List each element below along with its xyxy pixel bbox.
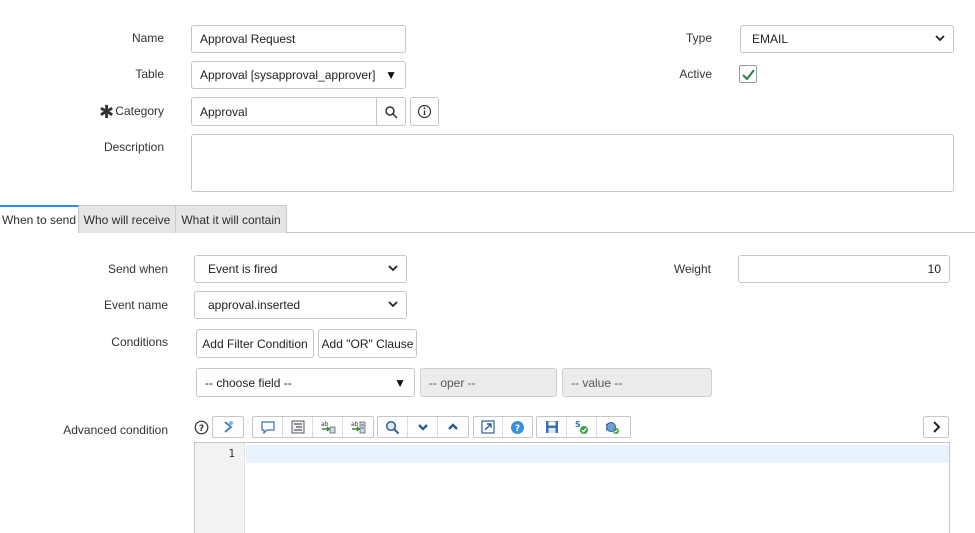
chevron-down-icon xyxy=(388,299,398,311)
toolbar-group-1 xyxy=(212,416,244,438)
category-search-button[interactable] xyxy=(376,97,406,126)
asterisk-icon: ✱ xyxy=(99,102,115,122)
weight-input[interactable]: 10 xyxy=(738,255,950,283)
table-select[interactable]: Approval [sysapproval_approver] ▼ xyxy=(191,61,406,89)
script-editor[interactable]: 1 xyxy=(194,442,950,533)
toolbar-group-4: ? xyxy=(473,416,533,438)
type-select[interactable]: EMAIL xyxy=(740,25,954,53)
category-input[interactable]: Approval xyxy=(191,97,377,126)
help-icon[interactable]: ? xyxy=(503,417,532,437)
tab-when-to-send[interactable]: When to send xyxy=(0,205,79,233)
format-icon[interactable] xyxy=(283,417,313,437)
replace-all-icon[interactable]: ab xyxy=(343,417,373,437)
tab-what-it-will-contain[interactable]: What it will contain xyxy=(176,205,287,233)
svg-text:?: ? xyxy=(515,424,520,434)
advanced-condition-label: Advanced condition xyxy=(63,423,168,437)
toolbar-group-2: ab ab xyxy=(252,416,374,438)
toolbar-group-3 xyxy=(377,416,469,438)
send-when-label: Send when xyxy=(107,262,168,276)
chevron-down-icon xyxy=(935,33,945,45)
add-filter-condition-button[interactable]: Add Filter Condition xyxy=(196,329,314,358)
syntax-check-icon[interactable]: S xyxy=(567,417,597,437)
help-icon[interactable]: ? xyxy=(194,420,209,438)
fullscreen-icon[interactable] xyxy=(474,417,504,437)
dropdown-triangle-icon: ▼ xyxy=(385,68,397,82)
category-info-button[interactable] xyxy=(410,97,439,126)
value-input: -- value -- xyxy=(562,368,712,397)
name-input[interactable]: Approval Request xyxy=(191,25,406,53)
operator-select: -- oper -- xyxy=(420,368,557,397)
line-number: 1 xyxy=(228,447,235,460)
search-icon xyxy=(385,105,398,119)
type-label: Type xyxy=(685,31,712,45)
chevron-down-icon xyxy=(388,263,398,275)
choose-field-select[interactable]: -- choose field -- ▼ xyxy=(196,368,415,397)
chevron-right-icon xyxy=(932,421,940,433)
svg-text:S: S xyxy=(575,420,581,429)
search-icon[interactable] xyxy=(378,417,408,437)
description-label: Description xyxy=(103,140,164,154)
collapse-icon[interactable] xyxy=(408,417,438,437)
name-label: Name xyxy=(131,31,164,45)
save-icon[interactable] xyxy=(537,417,567,437)
comment-icon[interactable] xyxy=(253,417,283,437)
conditions-label: Conditions xyxy=(111,335,168,349)
debug-icon[interactable] xyxy=(597,417,627,437)
tab-who-will-receive[interactable]: Who will receive xyxy=(79,205,176,233)
weight-label: Weight xyxy=(673,262,711,276)
replace-icon[interactable]: ab xyxy=(313,417,343,437)
category-label: Category xyxy=(115,104,164,118)
expand-icon[interactable] xyxy=(438,417,468,437)
active-checkbox[interactable] xyxy=(739,65,757,83)
table-label: Table xyxy=(135,67,164,81)
description-textarea[interactable] xyxy=(191,134,954,192)
next-button[interactable] xyxy=(923,416,949,438)
send-when-select[interactable]: Event is fired xyxy=(194,255,407,283)
script-include-icon[interactable] xyxy=(213,417,243,437)
form-tabs: When to send Who will receive What it wi… xyxy=(0,205,975,233)
event-name-select[interactable]: approval.inserted xyxy=(194,291,407,319)
info-icon xyxy=(417,104,432,119)
active-label: Active xyxy=(679,67,712,81)
checkmark-icon xyxy=(741,68,755,80)
toolbar-group-5: S xyxy=(536,416,631,438)
event-name-label: Event name xyxy=(103,298,168,312)
add-or-clause-button[interactable]: Add "OR" Clause xyxy=(318,329,417,358)
editor-active-line[interactable] xyxy=(246,445,949,463)
dropdown-triangle-icon: ▼ xyxy=(394,375,406,390)
svg-text:?: ? xyxy=(199,424,204,434)
editor-gutter: 1 xyxy=(195,443,245,533)
